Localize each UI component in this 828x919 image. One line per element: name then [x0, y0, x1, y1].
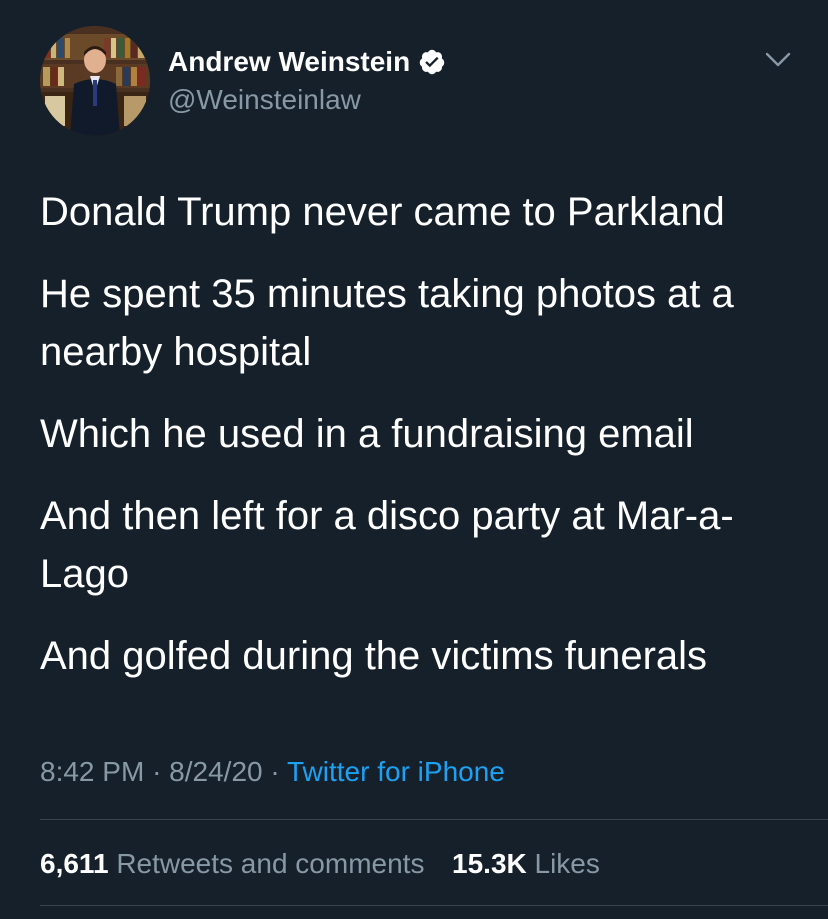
verified-badge-icon	[418, 48, 446, 76]
retweets-count: 6,611	[40, 848, 109, 879]
display-name[interactable]: Andrew Weinstein	[168, 46, 410, 78]
likes-label: Likes	[534, 848, 600, 879]
tweet-paragraph: And golfed during the victims funerals	[40, 634, 708, 678]
likes-stat[interactable]: 15.3K Likes	[452, 848, 600, 879]
divider	[40, 819, 828, 820]
meta-separator: ·	[152, 756, 162, 787]
tweet-date[interactable]: 8/24/20	[169, 756, 262, 787]
likes-count: 15.3K	[452, 848, 527, 879]
divider	[40, 905, 828, 906]
tweet-paragraph: And then left for a disco party at Mar-a…	[40, 494, 734, 596]
tweet-source-link[interactable]: Twitter for iPhone	[287, 756, 505, 787]
author-info: Andrew Weinstein @Weinsteinlaw	[168, 44, 446, 116]
meta-separator: ·	[270, 756, 280, 787]
tweet-time[interactable]: 8:42 PM	[40, 756, 144, 787]
tweet-text: Donald Trump never came to Parkland He s…	[40, 183, 800, 709]
tweet-paragraph: Donald Trump never came to Parkland	[40, 190, 725, 234]
tweet-stats: 6,611 Retweets and comments 15.3K Likes	[40, 842, 600, 886]
chevron-down-icon[interactable]	[764, 50, 792, 70]
handle[interactable]: @Weinsteinlaw	[168, 84, 446, 116]
tweet-paragraph: Which he used in a fundraising email	[40, 412, 694, 456]
tweet-paragraph: He spent 35 minutes taking photos at a n…	[40, 272, 734, 374]
tweet-detail: Andrew Weinstein @Weinsteinlaw Donald Tr…	[0, 0, 828, 919]
display-name-row: Andrew Weinstein	[168, 44, 446, 80]
tweet-header: Andrew Weinstein @Weinsteinlaw	[40, 26, 800, 136]
retweets-stat[interactable]: 6,611 Retweets and comments	[40, 848, 432, 879]
tweet-meta: 8:42 PM · 8/24/20 · Twitter for iPhone	[40, 750, 505, 794]
avatar[interactable]	[40, 26, 150, 136]
retweets-label: Retweets and comments	[116, 848, 425, 879]
